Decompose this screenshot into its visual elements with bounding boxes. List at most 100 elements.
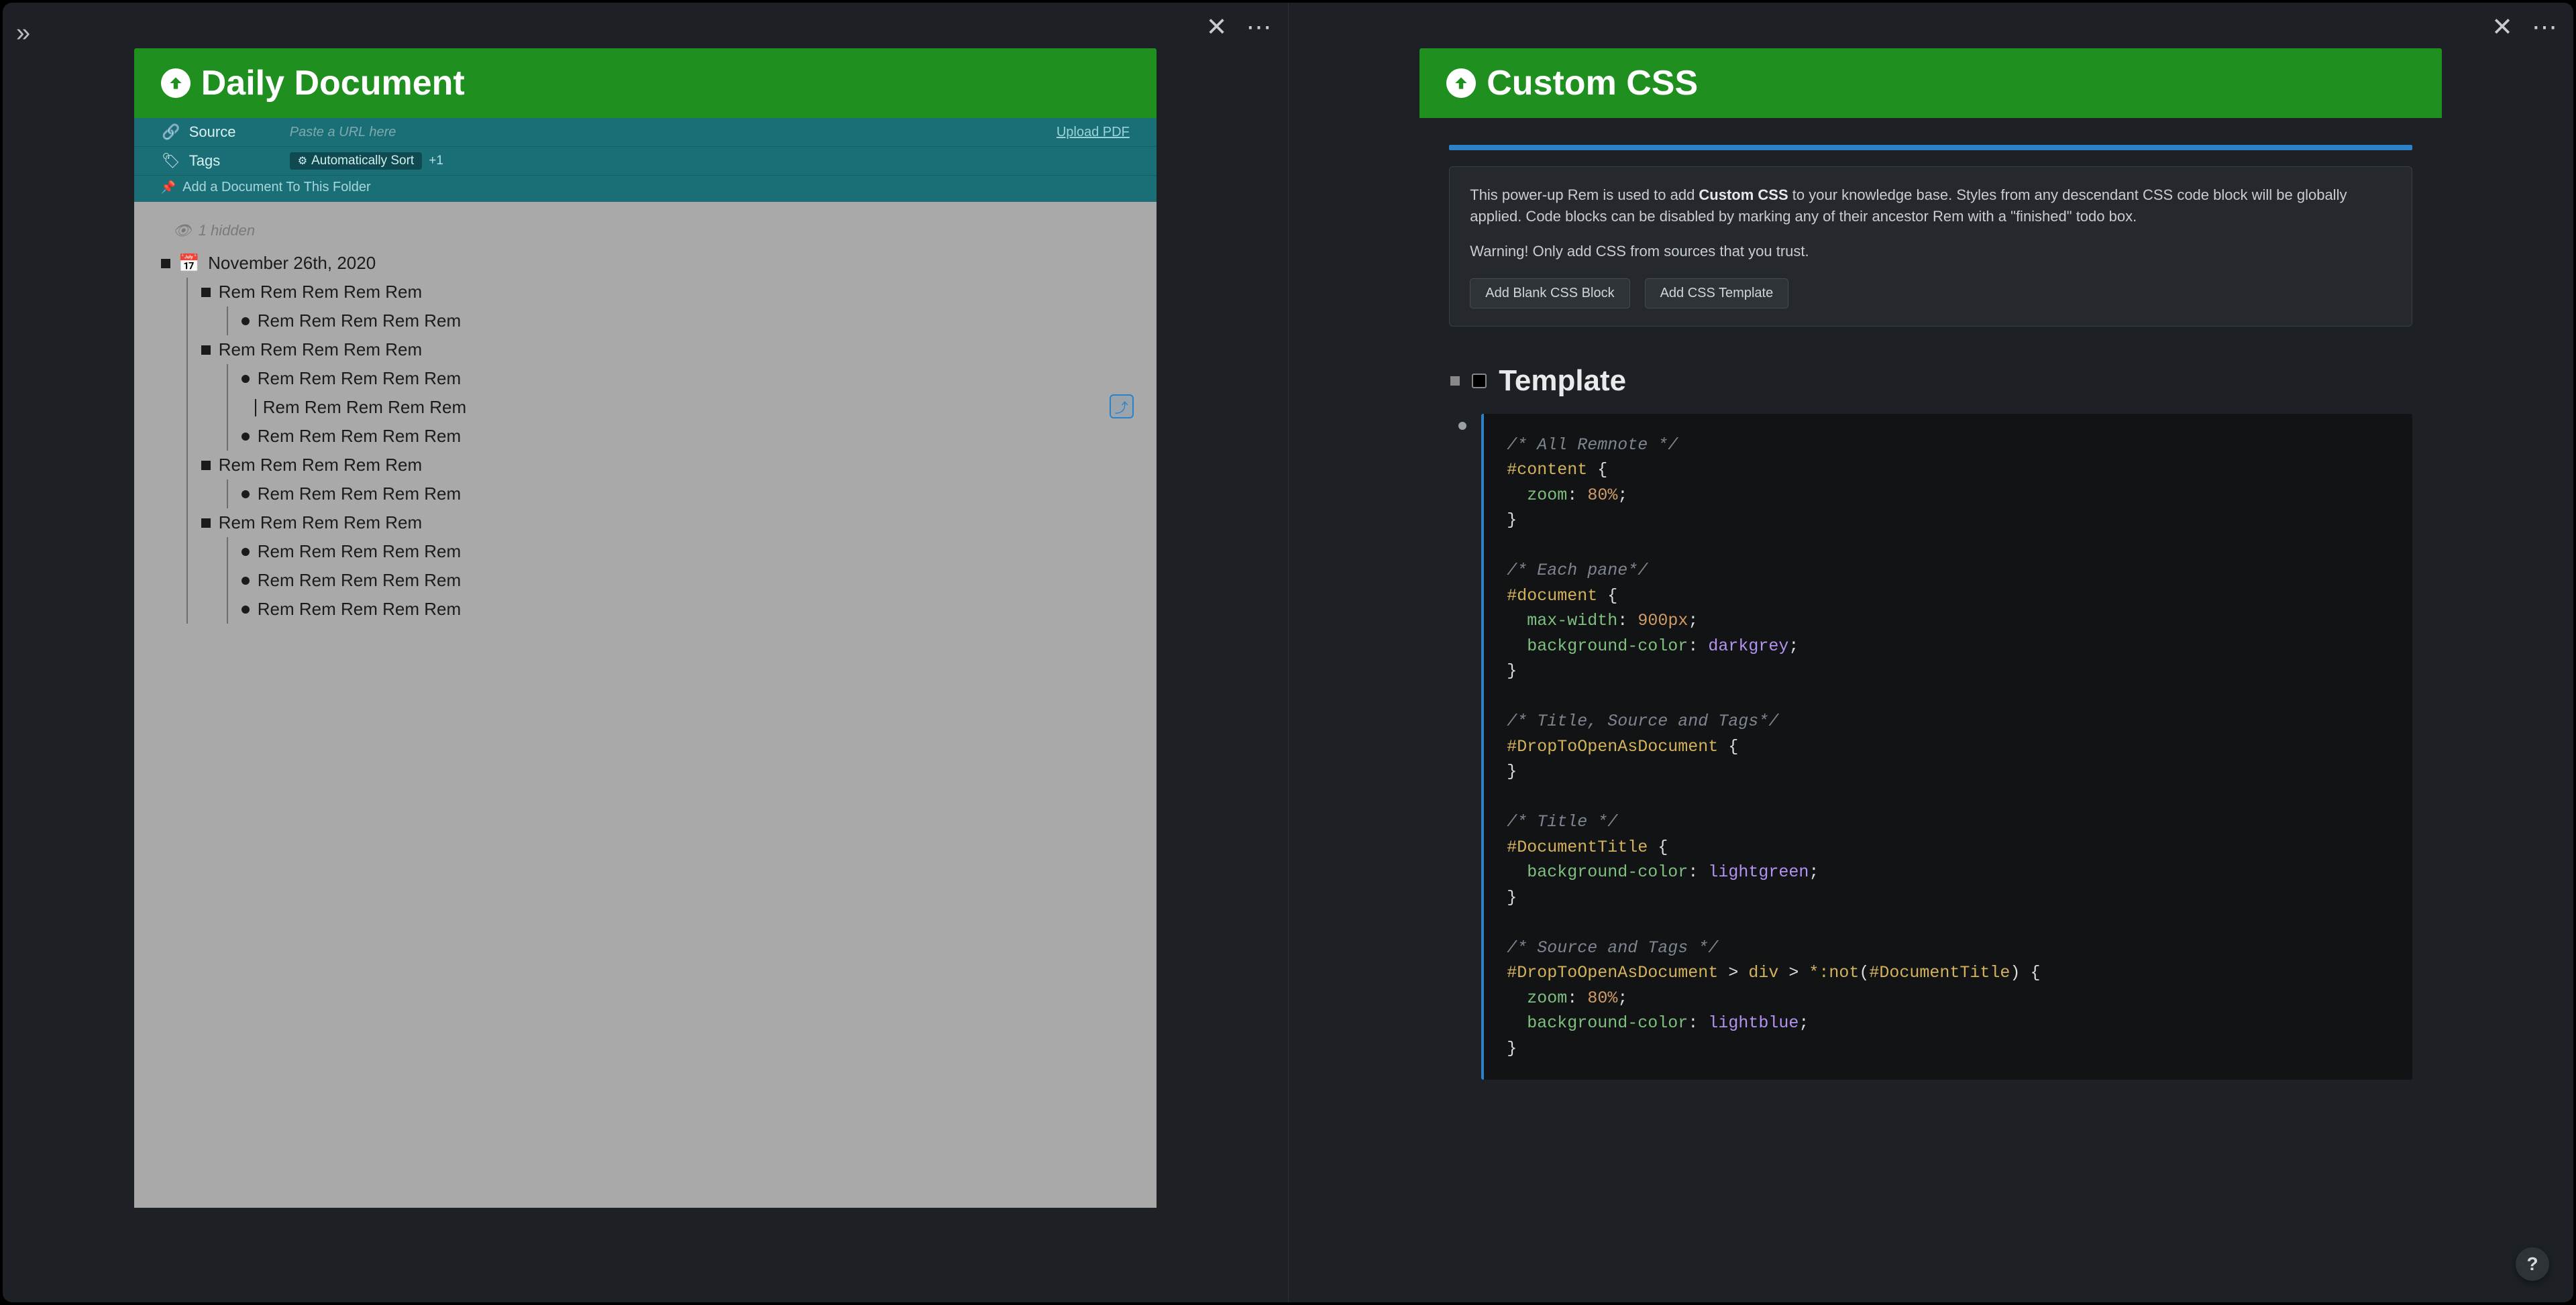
outline-children: Rem Rem Rem Rem Rem: [227, 306, 1130, 335]
bullet-square-icon: [201, 288, 211, 297]
bullet-square-icon: [161, 259, 170, 268]
outline: 📅 November 26th, 2020 Rem Rem Rem Rem Re…: [161, 249, 1130, 624]
outline-item[interactable]: Rem Rem Rem Rem Rem: [241, 364, 1130, 393]
outline-text: Rem Rem Rem Rem Rem: [258, 541, 461, 562]
hidden-count-label: 1 hidden: [199, 222, 255, 239]
tags-extra-count[interactable]: +1: [429, 154, 443, 168]
bullet-circle-icon: [241, 317, 250, 325]
add-document-row[interactable]: 📌 Add a Document To This Folder: [134, 176, 1157, 202]
outline-text: Rem Rem Rem Rem Rem: [258, 599, 461, 620]
outline-text: Rem Rem Rem Rem Rem: [219, 282, 422, 302]
add-document-label: Add a Document To This Folder: [182, 180, 371, 195]
upload-pdf-link[interactable]: Upload PDF: [1057, 125, 1130, 140]
left-document: Daily Document 🔗 Source Paste a URL here…: [134, 48, 1157, 1208]
outline-item[interactable]: Rem Rem Rem Rem Rem: [241, 306, 1130, 335]
app-frame: » ? ✕ ⋯ Daily Document 🔗 Source: [3, 3, 2573, 1302]
outline-item[interactable]: Rem Rem Rem Rem Rem: [241, 422, 1130, 451]
outline-item[interactable]: Rem Rem Rem Rem Rem: [201, 335, 1130, 364]
bullet-circle-icon: [241, 375, 250, 383]
more-icon[interactable]: ⋯: [2532, 15, 2557, 40]
outline-item[interactable]: Rem Rem Rem Rem Rem: [241, 566, 1130, 595]
more-icon[interactable]: ⋯: [1246, 15, 1272, 40]
document-title: Custom CSS: [1487, 63, 1698, 103]
outline-text: Rem Rem Rem Rem Rem: [258, 310, 461, 331]
right-document-body[interactable]: This power-up Rem is used to add Custom …: [1419, 118, 2442, 1214]
bullet-square-icon: [201, 518, 211, 528]
outline-children: Rem Rem Rem Rem RemRem Rem Rem Rem RemRe…: [186, 278, 1130, 624]
panes-container: ✕ ⋯ Daily Document 🔗 Source Paste a URL …: [3, 3, 2573, 1302]
source-input[interactable]: Paste a URL here: [290, 125, 1057, 140]
tags-row: 🏷 Tags ⚙ Automatically Sort +1: [134, 147, 1157, 176]
outline-text: Rem Rem Rem Rem Rem: [258, 484, 461, 504]
outline-item[interactable]: Rem Rem Rem Rem Rem: [201, 278, 1130, 306]
document-title: Daily Document: [201, 63, 465, 103]
outline-text: Rem Rem Rem Rem Rem: [219, 339, 422, 360]
outline-item[interactable]: Rem Rem Rem Rem Rem: [201, 451, 1130, 479]
outline-text: Rem Rem Rem Rem Rem: [258, 426, 461, 447]
code-gutter: [1458, 414, 1466, 1080]
css-code-block[interactable]: /* All Remnote */ #content { zoom: 80%; …: [1481, 414, 2412, 1080]
source-row: 🔗 Source Paste a URL here Upload PDF: [134, 118, 1157, 147]
document-title-bar: Daily Document: [134, 48, 1157, 118]
bullet-circle-icon: [241, 433, 250, 441]
info-text: This power-up Rem is used to add Custom …: [1470, 184, 2392, 227]
tags-label: Tags: [189, 152, 290, 170]
outline-text: Rem Rem Rem Rem Rem: [219, 455, 422, 475]
text-caret: [255, 399, 256, 416]
date-heading: November 26th, 2020: [208, 253, 376, 274]
pin-icon: 📌: [161, 180, 176, 194]
tag-icon: 🏷: [161, 152, 181, 170]
gear-icon: ⚙: [298, 154, 307, 168]
bullet-circle-icon: [241, 490, 250, 498]
arrow-up-circle-icon[interactable]: [161, 68, 191, 98]
right-pane-toolbar: ✕ ⋯: [2491, 15, 2557, 40]
bullet-circle-icon: [241, 606, 250, 614]
bullet-square-icon: [1450, 376, 1460, 386]
bullet-circle-icon: [1458, 422, 1466, 430]
outline-text: Rem Rem Rem Rem Rem: [258, 368, 461, 389]
eye-off-icon: 👁: [173, 222, 192, 239]
close-pane-icon[interactable]: ✕: [1206, 15, 1228, 40]
document-body[interactable]: 👁 1 hidden 📅 November 26th, 2020 Rem Rem…: [134, 202, 1157, 1208]
outline-item[interactable]: Rem Rem Rem Rem Rem⤴: [255, 393, 1130, 422]
template-heading: Template: [1499, 364, 1626, 398]
source-label: Source: [189, 123, 290, 141]
info-warning: Warning! Only add CSS from sources that …: [1470, 241, 2392, 262]
todo-checkbox[interactable]: [1472, 374, 1487, 388]
right-document: Custom CSS This power-up Rem is used to …: [1419, 48, 2442, 1214]
bullet-circle-icon: [241, 548, 250, 556]
add-css-template-button[interactable]: Add CSS Template: [1645, 278, 1789, 308]
bullet-circle-icon: [241, 577, 250, 585]
bullet-square-icon: [201, 345, 211, 355]
right-pane: ✕ ⋯ Custom CSS This power-up Rem is used…: [1288, 3, 2574, 1302]
info-panel-buttons: Add Blank CSS Block Add CSS Template: [1470, 278, 2392, 308]
outline-text: Rem Rem Rem Rem Rem: [263, 397, 466, 418]
date-heading-item[interactable]: 📅 November 26th, 2020: [161, 249, 1130, 278]
outline-children: Rem Rem Rem Rem RemRem Rem Rem Rem Rem⤴R…: [227, 364, 1130, 451]
close-pane-icon[interactable]: ✕: [2491, 15, 2513, 40]
left-pane: ✕ ⋯ Daily Document 🔗 Source Paste a URL …: [3, 3, 1288, 1302]
link-icon: 🔗: [161, 123, 181, 141]
template-section-head[interactable]: Template: [1450, 364, 2412, 398]
outline-children: Rem Rem Rem Rem Rem: [227, 479, 1130, 508]
left-pane-toolbar: ✕ ⋯: [1206, 15, 1272, 40]
auto-sort-tag[interactable]: ⚙ Automatically Sort: [290, 152, 422, 170]
add-blank-css-button[interactable]: Add Blank CSS Block: [1470, 278, 1629, 308]
accent-bar: [1449, 145, 2412, 150]
document-title-bar: Custom CSS: [1419, 48, 2442, 118]
outline-children: Rem Rem Rem Rem Rem Rem Rem Rem Rem Rem Re…: [227, 537, 1130, 624]
sidebar-toggle[interactable]: »: [16, 19, 30, 48]
outline-item[interactable]: Rem Rem Rem Rem Rem: [241, 479, 1130, 508]
auto-sort-label: Automatically Sort: [311, 154, 414, 168]
info-panel: This power-up Rem is used to add Custom …: [1449, 166, 2412, 327]
hidden-count[interactable]: 👁 1 hidden: [173, 222, 1130, 239]
outline-item[interactable]: Rem Rem Rem Rem Rem: [241, 595, 1130, 624]
calendar-icon: 📅: [178, 253, 200, 274]
outline-text: Rem Rem Rem Rem Rem: [258, 570, 461, 591]
outline-item[interactable]: Rem Rem Rem Rem Rem: [241, 537, 1130, 566]
outline-item[interactable]: Rem Rem Rem Rem Rem: [201, 508, 1130, 537]
outline-text: Rem Rem Rem Rem Rem: [219, 512, 422, 533]
user-cursor-indicator: ⤴: [1110, 394, 1134, 418]
arrow-up-circle-icon[interactable]: [1446, 68, 1476, 98]
bullet-square-icon: [201, 461, 211, 470]
